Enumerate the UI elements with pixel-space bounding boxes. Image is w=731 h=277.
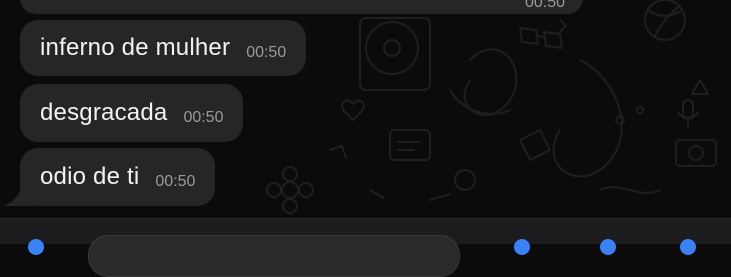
message-bubble[interactable]: desgracada 00:50 (20, 84, 244, 142)
message-input[interactable] (88, 235, 460, 277)
message-bubble-previous[interactable]: 00:50 (20, 0, 583, 14)
message-time: 00:50 (155, 172, 196, 190)
message-text: desgracada (40, 99, 168, 126)
message-time: 00:50 (524, 0, 565, 11)
message-text: inferno de mulher (40, 34, 231, 61)
plus-icon[interactable] (28, 239, 44, 255)
sticker-icon[interactable] (514, 239, 530, 255)
message-time: 00:50 (183, 108, 224, 126)
message-bubble[interactable]: odio de ti 00:50 (20, 148, 216, 206)
camera-icon[interactable] (600, 239, 616, 255)
input-bar (0, 218, 731, 277)
message-text: odio de ti (40, 163, 140, 190)
message-time: 00:50 (246, 43, 287, 61)
message-bubble[interactable]: inferno de mulher 00:50 (20, 20, 307, 76)
mic-icon[interactable] (680, 239, 696, 255)
